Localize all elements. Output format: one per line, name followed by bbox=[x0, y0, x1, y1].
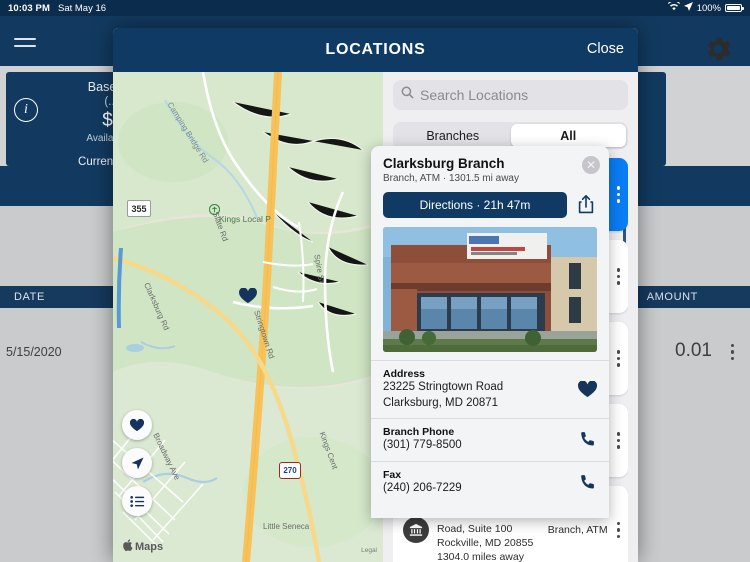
map-canvas bbox=[113, 72, 383, 562]
callout-header: Clarksburg Branch Branch, ATM · 1301.5 m… bbox=[371, 146, 609, 184]
locations-modal: LOCATIONS Close Camping Bridge Rd Spire … bbox=[113, 28, 638, 562]
battery-icon bbox=[725, 4, 744, 12]
park-marker-icon bbox=[208, 202, 221, 220]
battery-percent: 100% bbox=[696, 2, 721, 14]
detail-row-fax[interactable]: Fax (240) 206-7229 bbox=[371, 460, 609, 504]
detail-label: Fax bbox=[383, 468, 402, 481]
hamburger-menu-icon[interactable] bbox=[14, 38, 36, 54]
kebab-menu-icon[interactable] bbox=[616, 350, 620, 367]
gear-icon[interactable] bbox=[702, 33, 734, 65]
search-field[interactable] bbox=[420, 87, 620, 103]
table-row-amount: 0.01 bbox=[675, 340, 712, 361]
location-arrow-icon bbox=[683, 2, 693, 14]
status-bar: 10:03 PM Sat May 16 100% bbox=[0, 0, 750, 16]
heart-icon[interactable] bbox=[577, 380, 597, 400]
search-icon bbox=[401, 86, 414, 104]
screen: i Base Savings (...02=0) $2.79 Available… bbox=[0, 0, 750, 562]
map-legal-link[interactable]: Legal bbox=[361, 547, 377, 554]
location-photo bbox=[383, 227, 597, 352]
route-shield-355: 355 bbox=[127, 200, 151, 217]
column-header-date: DATE bbox=[14, 291, 45, 303]
callout-details: Address 23225 Stringtown Road Clarksburg… bbox=[371, 360, 609, 503]
maps-label: Maps bbox=[135, 540, 164, 553]
map-controls bbox=[122, 410, 152, 516]
heart-icon[interactable] bbox=[122, 410, 152, 440]
list-item-type: Branch, ATM bbox=[547, 523, 608, 536]
maps-attribution: Maps bbox=[123, 539, 163, 554]
page-title: LOCATIONS bbox=[325, 41, 426, 58]
highway-shield-270: 270 bbox=[279, 462, 301, 479]
detail-value-line-2: Clarksburg, MD 20871 bbox=[383, 396, 499, 409]
close-button[interactable]: Close bbox=[587, 41, 624, 57]
map-street-label: Little Seneca bbox=[263, 522, 310, 531]
kebab-menu-icon[interactable] bbox=[616, 432, 620, 449]
close-icon[interactable]: ✕ bbox=[582, 156, 600, 174]
share-icon[interactable] bbox=[577, 194, 597, 216]
info-icon[interactable]: i bbox=[14, 98, 38, 122]
segment-all[interactable]: All bbox=[510, 124, 626, 147]
directions-button[interactable]: Directions · 21h 47m bbox=[383, 192, 567, 218]
status-bar-time: 10:03 PM bbox=[8, 2, 50, 14]
callout-subtitle: Branch, ATM · 1301.5 mi away bbox=[383, 173, 519, 184]
detail-value-line-1: 23225 Stringtown Road bbox=[383, 381, 504, 393]
segment-branches[interactable]: Branches bbox=[395, 124, 511, 147]
apple-logo-icon bbox=[123, 539, 133, 554]
map-pane[interactable]: Camping Bridge Rd Spire St Stringtown Rd… bbox=[113, 72, 383, 562]
kebab-menu-icon[interactable] bbox=[730, 344, 734, 361]
list-item-distance: 1304.0 miles away bbox=[437, 550, 524, 562]
status-bar-date: Sat May 16 bbox=[58, 2, 107, 14]
kebab-menu-icon[interactable] bbox=[616, 268, 620, 285]
detail-row-branch-phone[interactable]: Branch Phone (301) 779-8500 bbox=[371, 418, 609, 461]
modal-header: LOCATIONS Close bbox=[113, 28, 638, 72]
search-input[interactable] bbox=[393, 80, 628, 110]
location-callout-card: Clarksburg Branch Branch, ATM · 1301.5 m… bbox=[371, 146, 609, 518]
location-arrow-icon[interactable] bbox=[122, 448, 152, 478]
kebab-menu-icon[interactable] bbox=[616, 186, 620, 203]
detail-value-line-1: (240) 206-7229 bbox=[383, 481, 462, 494]
column-header-amount: AMOUNT bbox=[646, 291, 698, 303]
callout-actions: Directions · 21h 47m bbox=[371, 184, 609, 227]
phone-icon[interactable] bbox=[577, 430, 597, 450]
map-park-label: Kings Local P bbox=[219, 214, 271, 224]
bank-icon bbox=[403, 516, 429, 543]
detail-row-address[interactable]: Address 23225 Stringtown Road Clarksburg… bbox=[371, 360, 609, 418]
list-icon[interactable] bbox=[122, 486, 152, 516]
detail-label: Branch Phone bbox=[383, 426, 455, 439]
kebab-menu-icon[interactable] bbox=[616, 521, 620, 538]
detail-value-line-1: (301) 779-8500 bbox=[383, 439, 462, 452]
table-row-date: 5/15/2020 bbox=[6, 345, 62, 359]
phone-icon[interactable] bbox=[577, 472, 597, 492]
map-favorite-marker[interactable] bbox=[239, 287, 257, 309]
list-item-address-2: Rockville, MD 20855 bbox=[437, 537, 534, 550]
callout-title: Clarksburg Branch bbox=[383, 156, 505, 171]
detail-label: Address bbox=[383, 368, 426, 380]
filter-segmented-control[interactable]: Branches All bbox=[393, 122, 628, 149]
wifi-icon bbox=[667, 0, 680, 14]
